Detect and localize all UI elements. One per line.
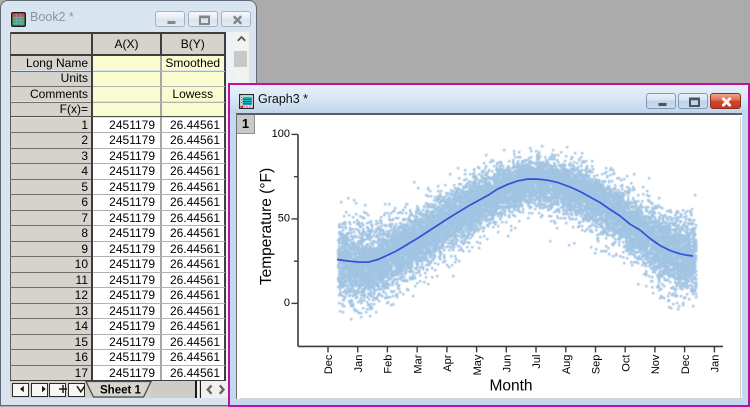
svg-text:Jan: Jan [353,355,365,373]
svg-text:May: May [472,354,484,375]
svg-text:Apr: Apr [442,354,454,371]
svg-text:Month: Month [489,378,532,395]
svg-text:Dec: Dec [680,354,692,374]
svg-text:Feb: Feb [383,355,395,374]
svg-text:50: 50 [278,213,290,225]
svg-text:Jan: Jan [710,355,722,373]
svg-text:Nov: Nov [650,354,662,374]
svg-text:Mar: Mar [412,354,424,373]
svg-text:Sep: Sep [591,355,603,375]
svg-text:Jun: Jun [502,355,514,373]
svg-text:Jul: Jul [531,355,543,369]
svg-text:Dec: Dec [323,354,335,374]
svg-text:Temperature (°F): Temperature (°F) [258,168,275,285]
svg-text:Aug: Aug [561,355,573,375]
svg-text:0: 0 [284,297,290,309]
svg-text:Sheet 1: Sheet 1 [100,385,142,397]
svg-text:100: 100 [272,128,290,140]
svg-text:Oct: Oct [620,355,632,372]
